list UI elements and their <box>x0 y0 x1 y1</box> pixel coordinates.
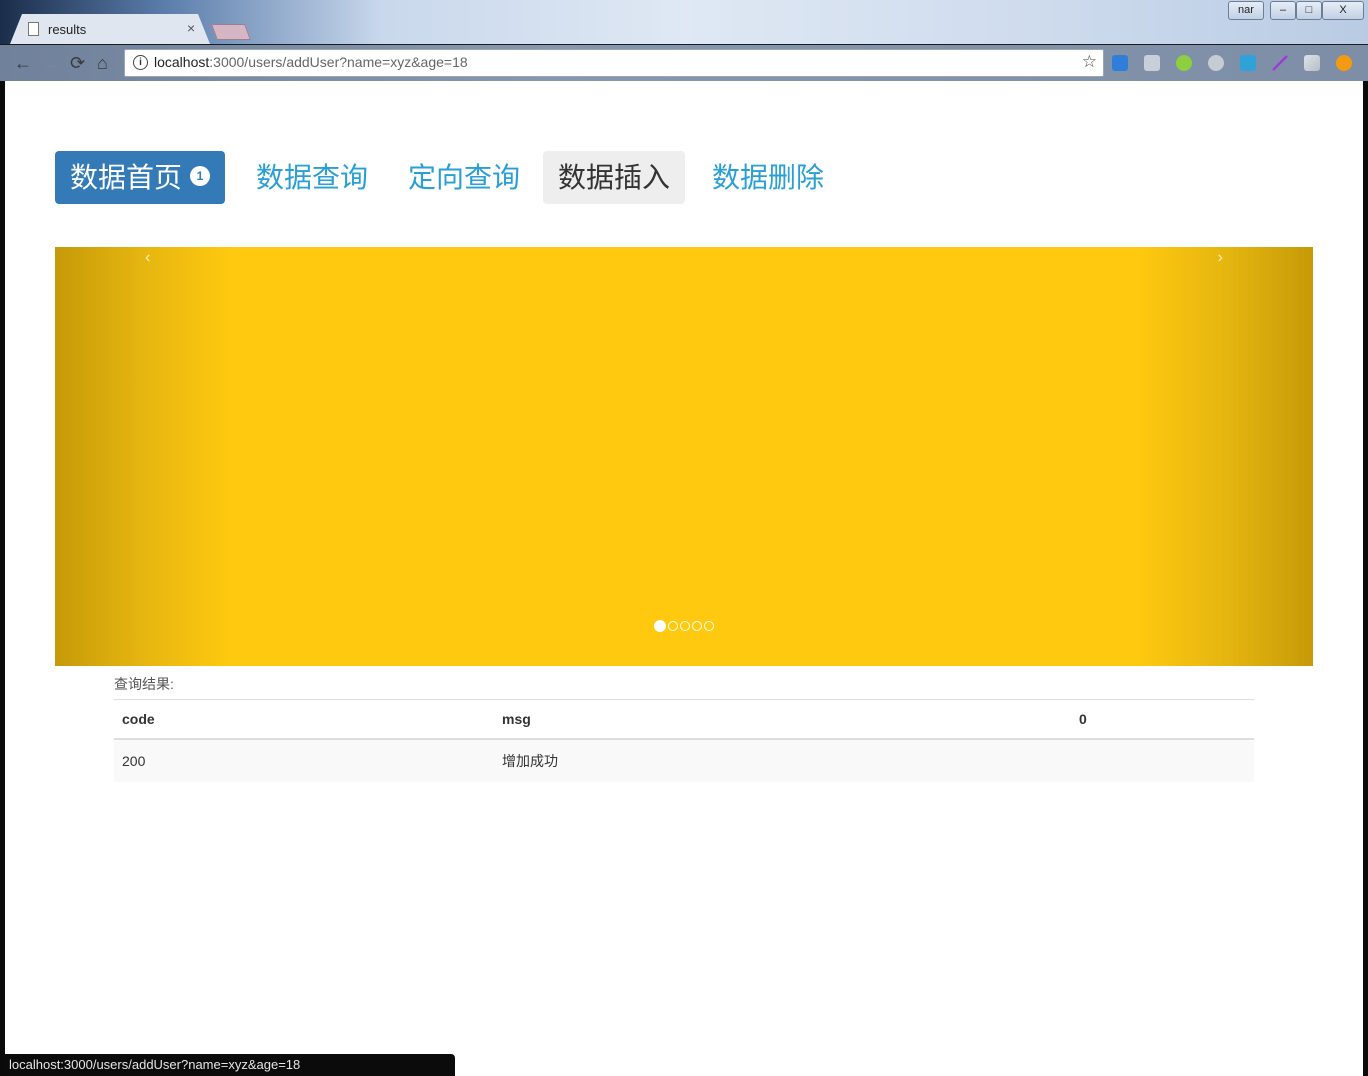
profile-button[interactable]: nar <box>1228 1 1264 20</box>
extension-icon[interactable] <box>1208 55 1224 71</box>
nav-item-label: 定向查询 <box>408 161 521 194</box>
frog-extension-icon[interactable] <box>1176 55 1192 71</box>
new-tab-button[interactable] <box>211 24 251 40</box>
minimize-button[interactable]: – <box>1270 1 1296 20</box>
table-cell: 200 <box>114 739 494 782</box>
carousel-indicator[interactable] <box>704 621 714 631</box>
carousel-next-icon[interactable]: › <box>1218 249 1223 267</box>
maximize-button[interactable]: □ <box>1296 1 1322 20</box>
url-path: :3000/users/addUser?name=xyz&age=18 <box>209 54 468 70</box>
forward-arrow-icon[interactable]: → <box>42 53 60 74</box>
nav-item-directed-query[interactable]: 定向查询 <box>393 151 535 204</box>
carousel-indicator[interactable] <box>654 620 666 632</box>
count-badge: 1 <box>190 166 211 186</box>
browser-window: results × nar – □ X ← → ⟳ ⌂ i localhost:… <box>0 0 1368 1076</box>
reload-icon[interactable]: ⟳ <box>70 53 85 74</box>
screenshot-extension-icon[interactable] <box>1240 55 1256 71</box>
title-bar: results × nar – □ X <box>0 0 1368 44</box>
carousel-indicator[interactable] <box>668 621 678 631</box>
back-arrow-icon[interactable]: ← <box>14 53 32 74</box>
nav-item-query[interactable]: 数据查询 <box>241 151 383 204</box>
table-cell <box>1071 739 1254 782</box>
tab-close-icon[interactable]: × <box>187 20 195 36</box>
pen-extension-icon[interactable] <box>1272 55 1288 71</box>
nav-item-label: 数据删除 <box>712 161 825 194</box>
nav-item-label: 数据首页 <box>70 161 183 194</box>
nav-item-insert[interactable]: 数据插入 <box>543 151 686 204</box>
table-header-row: code msg 0 <box>114 699 1254 740</box>
close-window-button[interactable]: X <box>1322 1 1364 20</box>
column-header: 0 <box>1071 699 1254 740</box>
carousel-indicator[interactable] <box>692 621 702 631</box>
tab-title: results <box>48 22 87 37</box>
carousel[interactable]: ‹ › <box>55 247 1313 666</box>
tab-results[interactable] <box>10 14 210 44</box>
warning-extension-icon[interactable] <box>1304 55 1320 71</box>
bookmark-star-icon[interactable]: ☆ <box>1082 52 1097 72</box>
status-url: localhost:3000/users/addUser?name=xyz&ag… <box>9 1057 301 1072</box>
table-cell: 增加成功 <box>494 739 1071 782</box>
file-icon <box>28 22 39 36</box>
translate-extension-icon[interactable] <box>1112 55 1128 71</box>
carousel-prev-icon[interactable]: ‹ <box>145 249 150 267</box>
column-header: msg <box>494 699 1071 740</box>
column-header: code <box>114 699 494 740</box>
page-viewport: 数据首页 1 数据查询 定向查询 数据插入 数据删除 ‹ › 查询结果: code… <box>5 81 1363 1076</box>
browser-toolbar: ← → ⟳ ⌂ i localhost:3000/users/addUser?n… <box>0 44 1368 81</box>
address-bar[interactable]: i localhost:3000/users/addUser?name=xyz&… <box>124 49 1104 77</box>
url-text: localhost:3000/users/addUser?name=xyz&ag… <box>154 54 468 70</box>
extension-icon[interactable] <box>1144 55 1160 71</box>
home-icon[interactable]: ⌂ <box>97 53 108 74</box>
nav-item-home[interactable]: 数据首页 1 <box>55 151 226 204</box>
results-label: 查询结果: <box>114 676 174 692</box>
carousel-indicator[interactable] <box>680 621 690 631</box>
nav-item-label: 数据查询 <box>256 161 369 194</box>
info-icon[interactable]: i <box>133 55 148 70</box>
scroll-corner <box>1343 1056 1363 1076</box>
menu-extension-icon[interactable] <box>1336 55 1352 71</box>
status-bar: localhost:3000/users/addUser?name=xyz&ag… <box>3 1054 455 1076</box>
nav-item-label: 数据插入 <box>558 161 671 194</box>
nav-item-delete[interactable]: 数据删除 <box>697 151 839 204</box>
results-table: code msg 0 200 增加成功 <box>114 699 1254 782</box>
url-host: localhost <box>154 54 210 70</box>
table-row: 200 增加成功 <box>114 739 1254 782</box>
